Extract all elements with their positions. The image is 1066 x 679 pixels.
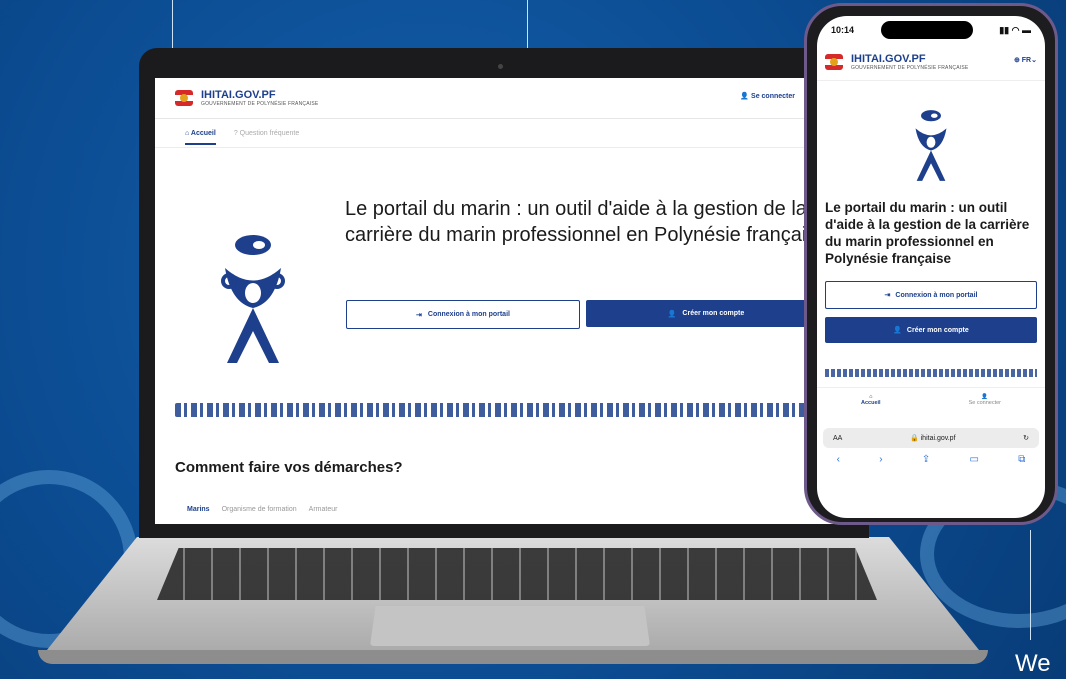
fish-logo-icon	[221, 235, 285, 363]
laptop: IHITAI.GOV.PF GOUVERNEMENT DE POLYNÉSIE …	[139, 48, 869, 538]
tab-home[interactable]: ⌂ Accueil	[185, 130, 216, 145]
subtab-organisme[interactable]: Organisme de formation	[222, 506, 297, 513]
phone-connect-portal-label: Connexion à mon portail	[895, 291, 978, 299]
create-account-button[interactable]: 👤 Créer mon compte	[586, 300, 826, 327]
tab-bar: ⌂ Accueil ? Question fréquente	[155, 119, 855, 148]
share-icon[interactable]: ⇪	[922, 454, 930, 465]
url-value: ihitai.gov.pf	[920, 435, 956, 442]
connect-portal-label: Connexion à mon portail	[427, 311, 510, 318]
signal-wifi-battery-icon: ▮▮ ◠ ▬	[999, 24, 1031, 35]
camera-icon	[498, 64, 503, 69]
tab-home-label: Accueil	[190, 129, 216, 137]
login-arrow-icon: ⇥	[884, 292, 891, 299]
decorative-line	[172, 0, 173, 48]
phone-pattern-divider	[825, 369, 1037, 377]
phone-brand[interactable]: IHITAI.GOV.PF GOUVERNEMENT DE POLYNÉSIE …	[851, 53, 968, 71]
language-selector[interactable]: ⊕ FR⌄	[1014, 56, 1037, 64]
tabs-icon[interactable]: ⧉	[1018, 454, 1025, 465]
brand-name: IHITAI.GOV.PF	[201, 89, 276, 101]
section-title: Comment faire vos démarches?	[175, 459, 403, 476]
login-arrow-icon: ⇥	[416, 311, 422, 319]
connect-portal-button[interactable]: ⇥ Connexion à mon portail	[346, 300, 580, 329]
tab-faq[interactable]: ? Question fréquente	[234, 130, 299, 137]
language-label: FR	[1021, 57, 1032, 64]
phone-create-account-label: Créer mon compte	[906, 326, 969, 334]
nav-home[interactable]: ⌂ Accueil	[861, 394, 881, 424]
browser-url-bar[interactable]: AA 🔒 ihitai.gov.pf ↻	[823, 428, 1039, 448]
subtab-armateur[interactable]: Armateur	[309, 506, 338, 513]
browser-toolbar: ‹ › ⇪ ▭ ⧉	[817, 454, 1045, 465]
nav-home-label: Accueil	[861, 400, 881, 406]
corner-text: We	[1015, 650, 1051, 677]
flag-icon	[175, 90, 193, 106]
login-label: Se connecter	[751, 93, 795, 100]
bookmarks-icon[interactable]: ▭	[970, 454, 979, 465]
url-text: 🔒 ihitai.gov.pf	[909, 435, 956, 442]
polynesian-pattern-divider	[175, 403, 855, 417]
bottom-nav: ⌂ Accueil 👤 Se connecter	[817, 387, 1045, 424]
create-account-label: Créer mon compte	[682, 310, 745, 317]
brand[interactable]: IHITAI.GOV.PF GOUVERNEMENT DE POLYNÉSIE …	[201, 89, 318, 107]
hero-title: Le portail du marin : un outil d'aide à …	[345, 198, 828, 246]
user-icon: 👤	[893, 327, 902, 334]
flag-icon	[825, 54, 843, 70]
phone-hero-title: Le portail du marin : un outil d'aide à …	[825, 200, 1030, 266]
laptop-base-edge	[38, 650, 988, 664]
forward-icon[interactable]: ›	[879, 454, 882, 465]
status-bar: 10:14 ▮▮ ◠ ▬	[817, 16, 1045, 44]
subtab-marins[interactable]: Marins	[187, 506, 210, 513]
fish-logo-icon	[915, 110, 947, 181]
phone-brand-subtitle: GOUVERNEMENT DE POLYNÉSIE FRANÇAISE	[851, 65, 969, 71]
decorative-line	[1030, 530, 1031, 640]
phone-connect-portal-button[interactable]: ⇥ Connexion à mon portail	[825, 281, 1037, 309]
site-header: IHITAI.GOV.PF GOUVERNEMENT DE POLYNÉSIE …	[155, 78, 855, 119]
phone-logo	[817, 103, 1045, 187]
login-link[interactable]: 👤 Se connecter	[740, 92, 795, 100]
text-size-button[interactable]: AA	[833, 435, 842, 442]
back-icon[interactable]: ‹	[837, 454, 840, 465]
status-time: 10:14	[831, 25, 855, 35]
phone-create-account-button[interactable]: 👤 Créer mon compte	[825, 317, 1037, 343]
laptop-keyboard	[157, 548, 877, 600]
laptop-trackpad	[370, 606, 650, 646]
subtabs: Marins Organisme de formation Armateur	[187, 506, 337, 513]
brand-subtitle: GOUVERNEMENT DE POLYNÉSIE FRANÇAISE	[201, 101, 319, 107]
phone-screen: 10:14 ▮▮ ◠ ▬ IHITAI.GOV.PF GOUVERNEMENT …	[817, 16, 1045, 518]
dynamic-island	[880, 21, 973, 39]
reload-icon[interactable]: ↻	[1023, 434, 1029, 442]
phone-brand-name: IHITAI.GOV.PF	[851, 53, 926, 65]
phone-header: IHITAI.GOV.PF GOUVERNEMENT DE POLYNÉSIE …	[817, 44, 1045, 81]
user-icon: 👤	[667, 310, 677, 318]
nav-login-label: Se connecter	[968, 400, 1001, 406]
phone: 10:14 ▮▮ ◠ ▬ IHITAI.GOV.PF GOUVERNEMENT …	[804, 3, 1058, 525]
tab-faq-label: Question fréquente	[239, 129, 300, 137]
decorative-line	[527, 0, 528, 48]
laptop-screen: IHITAI.GOV.PF GOUVERNEMENT DE POLYNÉSIE …	[155, 78, 855, 524]
nav-login[interactable]: 👤 Se connecter	[969, 394, 1001, 424]
